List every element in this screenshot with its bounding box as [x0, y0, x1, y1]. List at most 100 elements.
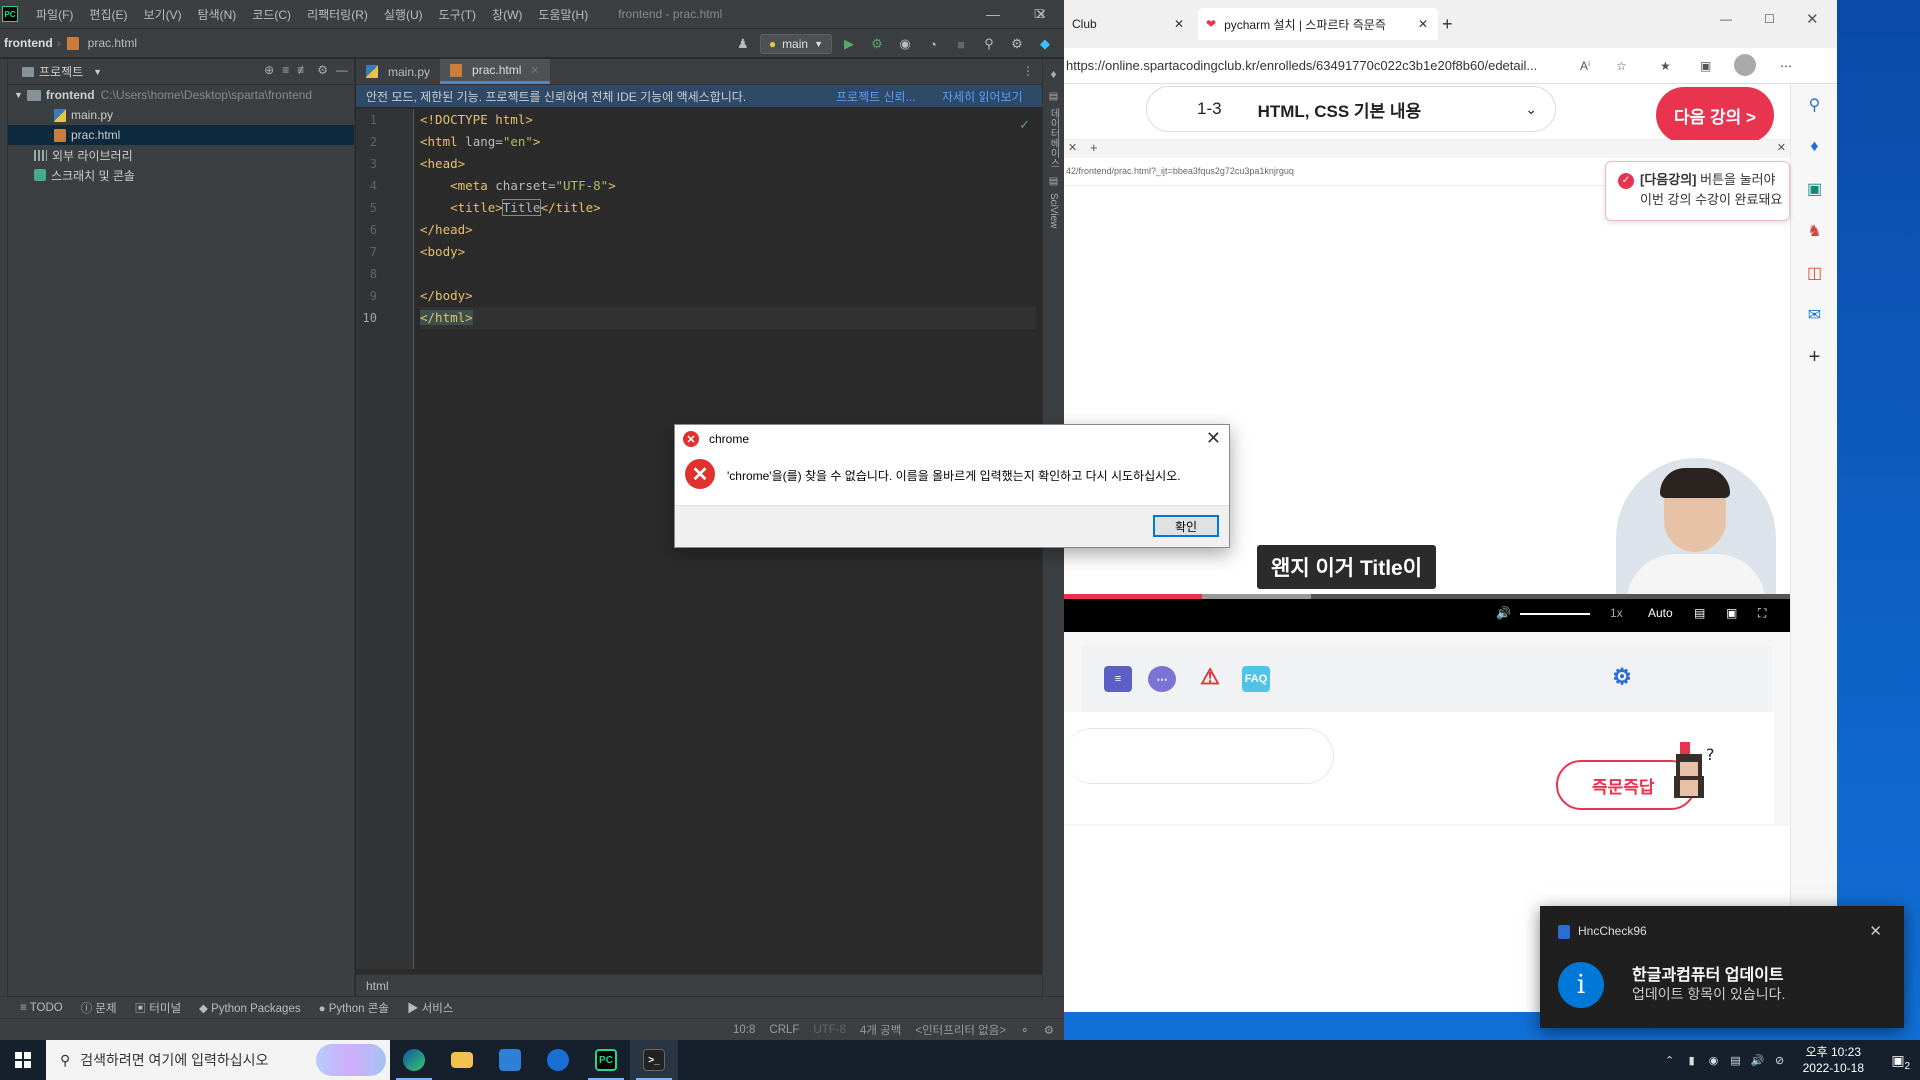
tool-problems[interactable]: ⓘ 문제 [81, 1000, 117, 1016]
qa-input[interactable] [1064, 728, 1334, 784]
code-editor[interactable]: <!DOCTYPE html> <html lang="en"> <head> … [420, 109, 1036, 329]
run-icon[interactable]: ▶ [838, 33, 860, 55]
browser-tab-spartacoding[interactable]: Club ✕ [1064, 8, 1194, 40]
more-options-icon[interactable]: ⋮ [1022, 64, 1034, 78]
line-separator[interactable]: CRLF [769, 1024, 799, 1036]
menu-view[interactable]: 보기(V) [135, 6, 189, 23]
lock-icon[interactable]: ⚬ [1020, 1023, 1030, 1037]
menu-edit[interactable]: 편집(E) [81, 6, 135, 23]
network-icon[interactable]: ▤ [1725, 1040, 1747, 1080]
tab-main-py[interactable]: main.py [356, 59, 440, 84]
next-lecture-button[interactable]: 다음 강의 > [1656, 87, 1774, 143]
browser-tab-pycharm-install[interactable]: ❤ pycharm 설치 | 스파르타 즉문즉 ✕ [1198, 8, 1438, 40]
safe-mode-icon[interactable]: ⚙ [1044, 1023, 1054, 1037]
taskbar-terminal[interactable]: >_ [630, 1040, 678, 1080]
read-more-link[interactable]: 자세히 읽어보기 [942, 88, 1023, 105]
close-dialog-icon[interactable]: ✕ [1206, 428, 1221, 449]
locate-icon[interactable]: ⊕ [264, 63, 274, 77]
menu-tools[interactable]: 도구(T) [431, 6, 484, 23]
tool-python-console[interactable]: ● Python 콘솔 [319, 1000, 389, 1016]
fullscreen-icon[interactable]: ⛶ [1758, 606, 1766, 621]
database-tab[interactable]: 데이터베이스 [1046, 108, 1061, 168]
taskbar-search[interactable]: ⚲ 검색하려면 여기에 입력하십시오 [46, 1040, 390, 1080]
no-problems-check-icon[interactable]: ✓ [1019, 117, 1030, 133]
close-tab-icon[interactable]: ✕ [1418, 17, 1428, 31]
camera-icon[interactable]: ◉ [1703, 1040, 1725, 1080]
profile-icon[interactable]: ◔ [922, 33, 944, 55]
minimize-icon[interactable]: — [1720, 12, 1732, 26]
volume-slider[interactable] [1520, 613, 1590, 615]
project-panel-title[interactable]: 프로젝트 [39, 63, 83, 80]
close-tab-icon[interactable]: ✕ [1174, 17, 1184, 31]
url-field[interactable]: https://online.spartacodingclub.kr/enrol… [1066, 58, 1537, 73]
outlook-icon[interactable]: ✉ [1791, 294, 1838, 336]
taskbar-store[interactable] [486, 1040, 534, 1080]
menu-help[interactable]: 도움말(H) [530, 6, 596, 23]
jetbrains-toolbox-icon[interactable]: ◆ [1034, 33, 1056, 55]
debug-icon[interactable]: ⚙ [866, 33, 888, 55]
tool-todo[interactable]: ≡ TODO [20, 1002, 63, 1014]
taskbar-edge[interactable] [390, 1040, 438, 1080]
hide-panel-icon[interactable]: — [336, 63, 348, 77]
ime-icon[interactable]: ⊘ [1769, 1040, 1791, 1080]
read-aloud-icon[interactable]: Aⁱ [1580, 59, 1590, 73]
taskbar-pinned-app[interactable] [534, 1040, 582, 1080]
tree-external-libraries[interactable]: 외부 라이브러리 [8, 145, 354, 165]
search-icon[interactable]: ⚲ [978, 33, 1000, 55]
office-icon[interactable]: ◫ [1791, 252, 1838, 294]
tree-file-prac-html[interactable]: prac.html [8, 125, 354, 145]
favorites-icon[interactable]: ★ [1660, 59, 1671, 73]
tab-prac-html[interactable]: prac.html ✕ [440, 59, 550, 84]
tools-briefcase-icon[interactable]: ▣ [1791, 168, 1838, 210]
search-icon[interactable]: ⚲ [1791, 84, 1838, 126]
maximize-icon[interactable]: ☐ [1764, 12, 1775, 26]
show-hidden-icons-icon[interactable]: ⌃ [1659, 1040, 1681, 1080]
new-tab-icon[interactable]: + [1090, 140, 1098, 155]
menu-navigate[interactable]: 탐색(N) [190, 6, 245, 23]
add-sidebar-app-icon[interactable]: + [1791, 336, 1838, 378]
menu-code[interactable]: 코드(C) [244, 6, 299, 23]
collections-icon[interactable]: ▣ [1700, 59, 1711, 73]
volume-icon[interactable]: 🔊 [1496, 606, 1511, 620]
tool-services[interactable]: ▶ 서비스 [407, 1000, 453, 1016]
caret-position[interactable]: 10:8 [733, 1024, 755, 1036]
settings-gear-icon[interactable]: ⚙ [1608, 664, 1636, 690]
menu-refactor[interactable]: 리팩터링(R) [299, 6, 376, 23]
more-menu-icon[interactable]: ⋯ [1780, 59, 1792, 73]
picture-in-picture-icon[interactable]: ▣ [1726, 606, 1737, 620]
video-quality[interactable]: Auto [1648, 606, 1673, 620]
report-warning-icon[interactable]: ⚠ [1196, 664, 1224, 690]
options-gear-icon[interactable]: ⚙ [317, 63, 328, 77]
minimize-icon[interactable]: — [970, 0, 1016, 28]
run-configuration-select[interactable]: ● main ▼ [759, 34, 832, 54]
vcs-user-icon[interactable]: ♟ [732, 33, 754, 55]
video-progress-bar[interactable] [1064, 594, 1790, 599]
close-notification-icon[interactable]: ✕ [1869, 922, 1882, 940]
taskbar-pycharm[interactable]: PC [582, 1040, 630, 1080]
menu-run[interactable]: 실행(U) [376, 6, 431, 23]
start-button[interactable] [0, 1040, 46, 1080]
close-tab-icon[interactable]: ✕ [1068, 141, 1077, 154]
hnc-update-icon[interactable]: ▮ [1681, 1040, 1703, 1080]
notes-document-icon[interactable]: ≡ [1104, 666, 1132, 692]
chat-bubble-icon[interactable]: ⋯ [1148, 666, 1176, 692]
file-encoding[interactable]: UTF-8 [813, 1024, 846, 1036]
close-window-icon[interactable]: ✕ [1806, 10, 1819, 28]
tool-terminal[interactable]: ▣ 터미널 [135, 1000, 181, 1016]
profile-avatar-icon[interactable] [1734, 54, 1756, 76]
new-tab-icon[interactable]: + [1442, 14, 1453, 35]
sciview-tab[interactable]: SciView [1048, 193, 1059, 228]
captions-icon[interactable]: ▤ [1694, 606, 1705, 620]
breadcrumb-project[interactable]: frontend [0, 36, 57, 50]
breadcrumb-file[interactable]: prac.html [84, 36, 141, 50]
code-breadcrumb[interactable]: html [356, 974, 1042, 996]
expand-all-icon[interactable]: ≡ [282, 63, 289, 77]
shopping-tag-icon[interactable]: ♦ [1791, 126, 1838, 168]
interpreter-selector[interactable]: <인터프리터 없음> [915, 1022, 1006, 1038]
trust-project-link[interactable]: 프로젝트 신뢰... [836, 88, 916, 105]
chevron-down-icon[interactable]: ▼ [93, 67, 102, 77]
games-icon[interactable]: ♞ [1791, 210, 1838, 252]
stop-icon[interactable]: ■ [950, 33, 972, 55]
close-tab-icon[interactable]: ✕ [530, 64, 539, 77]
tool-python-packages[interactable]: ◆ Python Packages [199, 1001, 301, 1015]
